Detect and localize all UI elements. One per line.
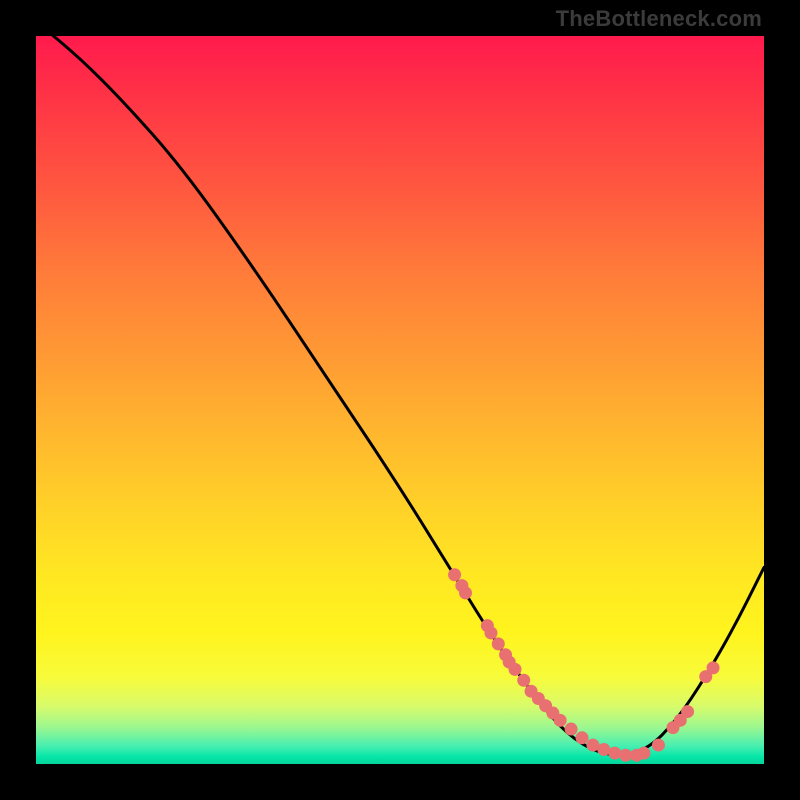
chart-stage: TheBottleneck.com — [0, 0, 800, 800]
data-dot — [707, 661, 720, 674]
data-dot — [448, 568, 461, 581]
bottleneck-curve — [36, 21, 764, 754]
data-dots — [448, 568, 719, 762]
data-dot — [637, 747, 650, 760]
data-dot — [517, 674, 530, 687]
watermark-text: TheBottleneck.com — [556, 6, 762, 32]
data-dot — [509, 663, 522, 676]
data-dot — [565, 723, 578, 736]
data-dot — [492, 637, 505, 650]
data-dot — [576, 731, 589, 744]
data-dot — [485, 626, 498, 639]
data-dot — [554, 714, 567, 727]
data-dot — [681, 705, 694, 718]
data-dot — [652, 739, 665, 752]
plot-area — [36, 36, 764, 764]
chart-svg — [36, 36, 764, 764]
data-dot — [608, 747, 621, 760]
data-dot — [459, 586, 472, 599]
